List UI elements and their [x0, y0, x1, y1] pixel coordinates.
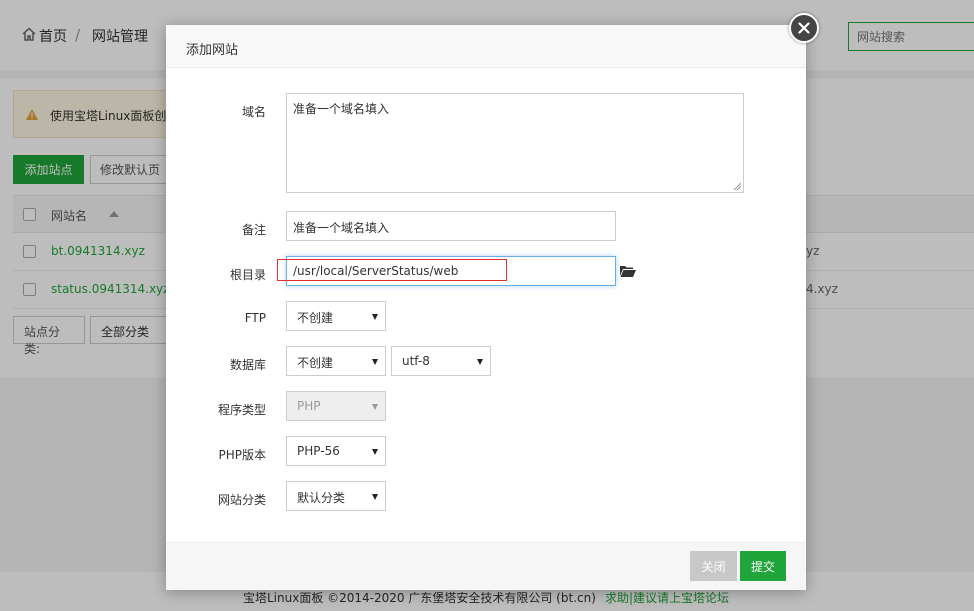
- remark-input[interactable]: 准备一个域名填入: [286, 211, 616, 241]
- php-version-label: PHP版本: [218, 448, 267, 462]
- dialog-close-button[interactable]: [789, 13, 819, 43]
- program-type-value: PHP: [297, 399, 321, 413]
- folder-open-icon[interactable]: [620, 265, 636, 277]
- close-icon: [798, 22, 810, 34]
- domain-textarea[interactable]: 准备一个域名填入: [286, 93, 744, 193]
- ftp-select[interactable]: 不创建: [286, 301, 386, 331]
- program-type-select: PHP: [286, 391, 386, 421]
- root-dir-input[interactable]: /usr/local/ServerStatus/web: [286, 256, 616, 286]
- root-dir-label: 根目录: [229, 268, 266, 282]
- php-version-select[interactable]: PHP-56: [286, 436, 386, 466]
- chevron-down-icon: [477, 359, 483, 365]
- ftp-select-value: 不创建: [297, 311, 334, 325]
- program-type-label: 程序类型: [217, 403, 266, 417]
- submit-button[interactable]: 提交: [740, 551, 786, 581]
- database-label: 数据库: [229, 358, 266, 372]
- dialog-header: 添加网站: [166, 25, 806, 68]
- domain-label: 域名: [241, 105, 266, 119]
- chevron-down-icon: [372, 449, 378, 455]
- chevron-down-icon: [372, 314, 378, 320]
- site-category-label: 网站分类: [217, 493, 266, 507]
- database-select-value: 不创建: [297, 356, 334, 370]
- php-version-value: PHP-56: [297, 444, 340, 458]
- ftp-label: FTP: [244, 311, 266, 325]
- database-select[interactable]: 不创建: [286, 346, 386, 376]
- dialog-title: 添加网站: [186, 43, 239, 58]
- charset-select[interactable]: utf-8: [391, 346, 491, 376]
- chevron-down-icon: [372, 404, 378, 410]
- site-category-value: 默认分类: [297, 491, 346, 505]
- chevron-down-icon: [372, 494, 378, 500]
- chevron-down-icon: [372, 359, 378, 365]
- site-category-select[interactable]: 默认分类: [286, 481, 386, 511]
- charset-select-value: utf-8: [402, 354, 430, 368]
- remark-label: 备注: [241, 223, 266, 237]
- close-button[interactable]: 关闭: [690, 551, 737, 581]
- resize-handle-icon[interactable]: [733, 182, 741, 190]
